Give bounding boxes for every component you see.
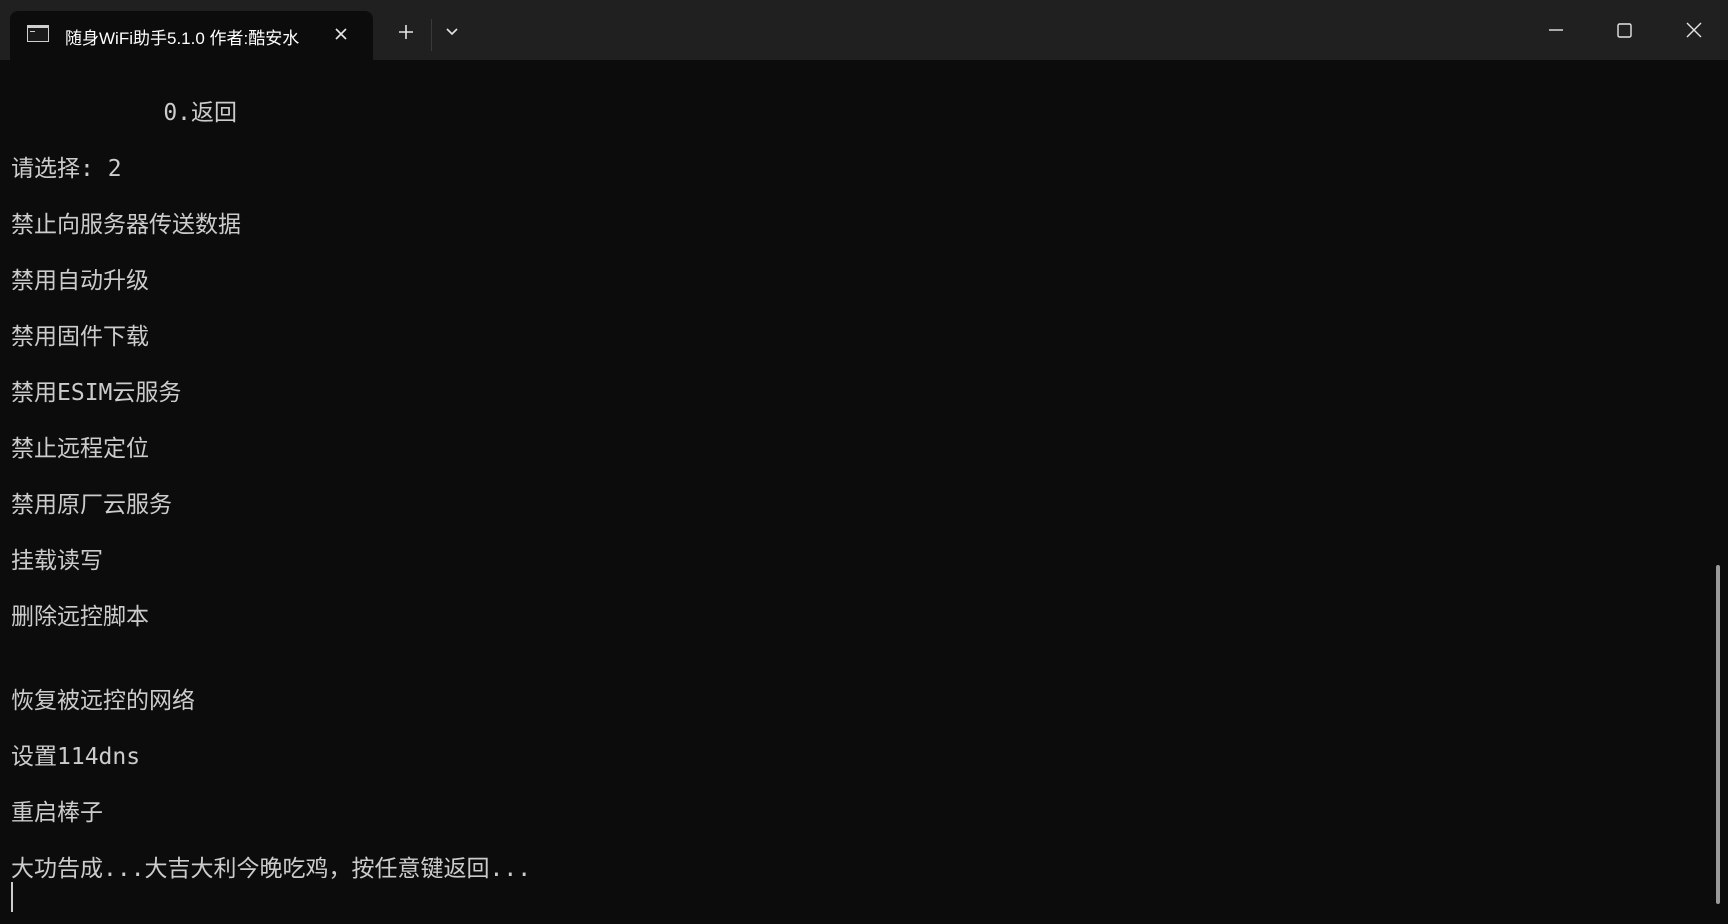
chevron-down-icon: [446, 28, 458, 36]
close-icon: [335, 28, 347, 40]
console-line: 0.返回: [11, 100, 238, 126]
console-line: 禁止向服务器传送数据: [11, 212, 241, 238]
console-line: 请选择: 2: [11, 156, 122, 182]
maximize-icon: [1617, 23, 1632, 38]
tab-active[interactable]: 随身WiFi助手5.1.0 作者:酷安水: [10, 11, 373, 60]
minimize-button[interactable]: [1522, 0, 1590, 60]
close-tab-button[interactable]: [328, 21, 354, 47]
console-line: 重启棒子: [11, 800, 103, 826]
new-tab-button[interactable]: [388, 14, 424, 50]
scrollbar-thumb[interactable]: [1716, 565, 1720, 904]
close-window-button[interactable]: [1660, 0, 1728, 60]
console-line: 挂载读写: [11, 548, 103, 574]
close-icon: [1686, 22, 1702, 38]
console-line: 禁用ESIM云服务: [11, 380, 182, 406]
tab-dropdown-button[interactable]: [434, 14, 470, 50]
minimize-icon: [1549, 29, 1563, 31]
console-line: 禁用自动升级: [11, 268, 149, 294]
console-line: 禁止远程定位: [11, 436, 149, 462]
terminal-icon: [27, 25, 49, 42]
plus-icon: [399, 25, 413, 39]
console-line: 大功告成...大吉大利今晚吃鸡，按任意键返回...: [11, 856, 532, 882]
title-bar: 随身WiFi助手5.1.0 作者:酷安水: [0, 0, 1728, 60]
console-line: 恢复被远控的网络: [11, 688, 195, 714]
console-line: 设置114dns: [11, 744, 141, 770]
console-line: 禁用原厂云服务: [11, 492, 172, 518]
tab-title: 随身WiFi助手5.1.0 作者:酷安水: [65, 29, 300, 48]
console-line: 删除远控脚本: [11, 604, 149, 630]
console-line: 禁用固件下载: [11, 324, 149, 350]
titlebar-divider: [431, 19, 432, 51]
console-output[interactable]: 0.返回 请选择: 2 禁止向服务器传送数据 禁用自动升级 禁用固件下载 禁用E…: [0, 60, 1710, 924]
maximize-button[interactable]: [1590, 0, 1658, 60]
text-cursor: [11, 882, 13, 912]
terminal-window: 随身WiFi助手5.1.0 作者:酷安水 0.返回 请选择: 2 禁止向服务器传…: [0, 0, 1728, 924]
